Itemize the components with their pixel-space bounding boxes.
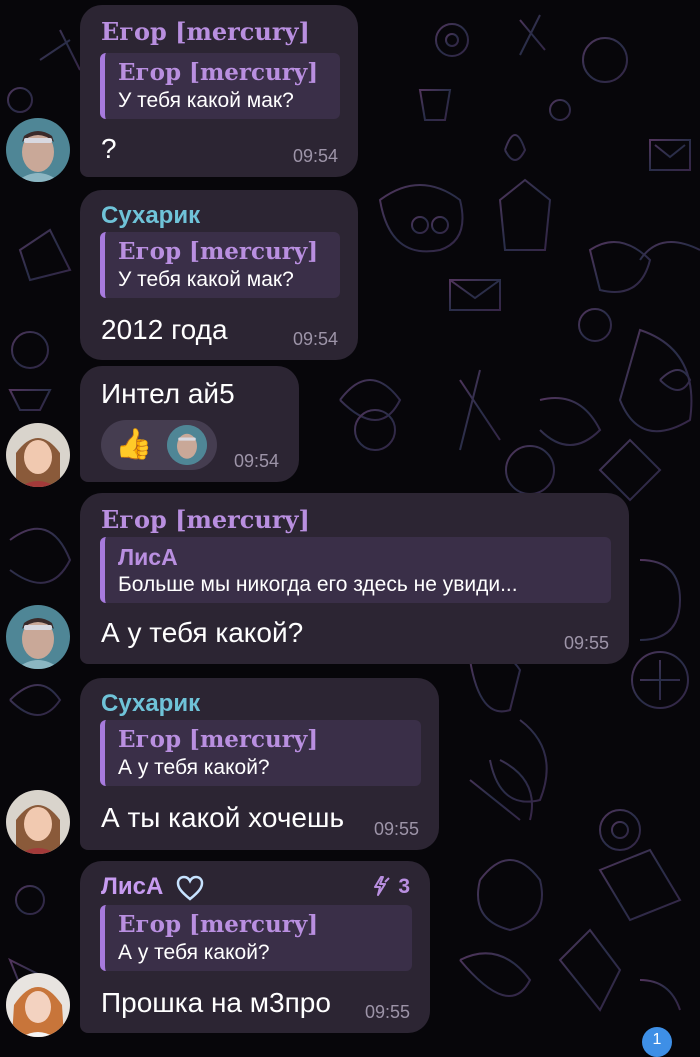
avatar-lisa[interactable] — [6, 973, 70, 1037]
reply-text: А у тебя какой? — [118, 941, 270, 964]
message-time: 09:54 — [292, 146, 338, 166]
message-bubble[interactable]: Сухарик Егор [mercury] У тебя какой мак?… — [80, 190, 358, 360]
sender-name-text: ЛисА — [101, 873, 164, 900]
reply-quote[interactable]: Егор [mercury] А у тебя какой? — [100, 720, 421, 786]
message-text: Прошка на м3про — [101, 987, 331, 1018]
message-time: 09:55 — [563, 633, 609, 653]
message-bubble[interactable]: Интел ай5 👍 09:54 — [80, 366, 299, 482]
reply-text: У тебя какой мак? — [118, 89, 294, 112]
message-bubble[interactable]: ЛисА 3 Егор [mercury] А у тебя какой? Пр… — [80, 861, 430, 1033]
reply-text: Больше мы никогда его здесь не увиди... — [118, 573, 518, 596]
message-text: А ты какой хочешь — [101, 802, 345, 833]
reply-text: А у тебя какой? — [118, 756, 270, 779]
boost-lightning-icon — [374, 876, 391, 896]
reply-sender: Егор [mercury] — [118, 238, 319, 265]
avatar-sukharik[interactable] — [6, 790, 70, 854]
avatar-egor[interactable] — [6, 118, 70, 182]
reply-quote[interactable]: Егор [mercury] А у тебя какой? — [100, 905, 412, 971]
message-text: Интел ай5 — [101, 378, 235, 409]
boost-count: 3 — [398, 875, 410, 898]
message-time: 09:54 — [233, 451, 279, 471]
reply-quote[interactable]: Егор [mercury] У тебя какой мак? — [100, 232, 340, 298]
message-bubble[interactable]: Егор [mercury] Егор [mercury] У тебя как… — [80, 5, 358, 177]
unread-badge[interactable]: 1 — [642, 1027, 672, 1057]
reply-sender: Егор [mercury] — [118, 726, 319, 753]
message-time: 09:55 — [364, 1002, 410, 1022]
reply-sender: ЛисА — [118, 544, 178, 570]
boost-badge[interactable]: 3 — [372, 875, 410, 899]
reaction-bar[interactable]: 👍 — [101, 420, 217, 470]
reply-text: У тебя какой мак? — [118, 268, 294, 291]
message-time: 09:55 — [373, 819, 419, 839]
sender-name[interactable]: Егор [mercury] — [101, 17, 310, 46]
reactor-avatar — [167, 425, 207, 465]
sender-name[interactable]: Егор [mercury] — [101, 505, 310, 534]
message-text: А у тебя какой? — [101, 617, 304, 648]
reply-sender: Егор [mercury] — [118, 911, 319, 938]
heart-icon — [176, 875, 204, 901]
message-text: ? — [101, 133, 117, 164]
reply-quote[interactable]: Егор [mercury] У тебя какой мак? — [100, 53, 340, 119]
message-bubble[interactable]: Сухарик Егор [mercury] А у тебя какой? А… — [80, 678, 439, 850]
avatar-egor[interactable] — [6, 605, 70, 669]
thumbs-up-reaction[interactable]: 👍 — [115, 428, 152, 462]
sender-name[interactable]: Сухарик — [101, 202, 200, 230]
reply-quote[interactable]: ЛисА Больше мы никогда его здесь не увид… — [100, 537, 611, 603]
sender-name[interactable]: Сухарик — [101, 690, 200, 718]
reply-sender: Егор [mercury] — [118, 59, 319, 86]
message-text: 2012 года — [101, 314, 228, 345]
avatar-sukharik[interactable] — [6, 423, 70, 487]
message-time: 09:54 — [292, 329, 338, 349]
message-bubble[interactable]: Егор [mercury] ЛисА Больше мы никогда ег… — [80, 493, 629, 664]
sender-name[interactable]: ЛисА — [101, 873, 204, 901]
